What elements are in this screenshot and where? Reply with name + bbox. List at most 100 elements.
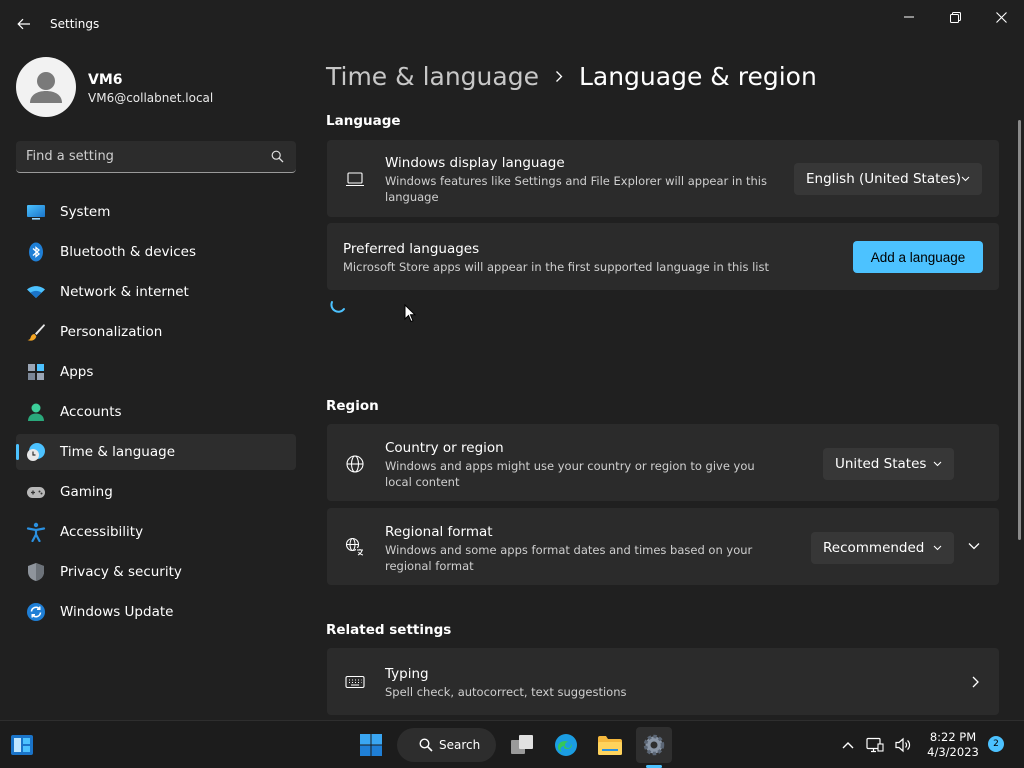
settings-window: Settings VM6 VM6@collabnet.local System [0, 0, 1024, 720]
taskbar-search[interactable]: Search [397, 728, 496, 762]
network-icon [866, 737, 884, 753]
sidebar-item-accessibility[interactable]: Accessibility [16, 514, 296, 550]
minimize-icon [903, 16, 914, 18]
shield-icon [28, 563, 44, 581]
display-language-dropdown[interactable]: English (United States) [794, 163, 982, 195]
widgets-button[interactable] [4, 727, 40, 763]
sidebar-item-bluetooth[interactable]: Bluetooth & devices [16, 234, 296, 270]
taskbar-clock[interactable]: 8:22 PM 4/3/2023 [922, 730, 984, 760]
regional-format-description: Windows and some apps format dates and t… [385, 543, 753, 573]
display-language-card: Windows display language Windows feature… [327, 140, 999, 217]
volume-tray-button[interactable] [890, 727, 916, 763]
apps-icon [28, 364, 44, 380]
clock-date: 4/3/2023 [927, 745, 979, 759]
user-profile[interactable]: VM6 VM6@collabnet.local [16, 56, 296, 118]
search-input[interactable] [16, 141, 256, 172]
sidebar-item-label: Windows Update [60, 604, 174, 620]
sidebar-item-label: Accessibility [60, 524, 144, 540]
paintbrush-icon [27, 324, 45, 341]
start-button[interactable] [353, 727, 389, 763]
sidebar-item-label: Network & internet [60, 284, 189, 300]
widgets-icon [11, 735, 33, 755]
file-explorer-button[interactable] [592, 727, 628, 763]
profile-name: VM6 [88, 72, 123, 88]
typing-description: Spell check, autocorrect, text suggestio… [385, 685, 627, 699]
typing-card[interactable]: Typing Spell check, autocorrect, text su… [327, 648, 999, 715]
task-view-button[interactable] [504, 727, 540, 763]
sidebar-item-windows-update[interactable]: Windows Update [16, 594, 296, 630]
search-box[interactable] [16, 141, 296, 173]
edge-browser-icon [555, 734, 577, 756]
sidebar-item-system[interactable]: System [16, 194, 296, 230]
regional-format-card[interactable]: Regional format Windows and some apps fo… [327, 508, 999, 585]
regional-format-dropdown[interactable]: Recommended [811, 532, 954, 564]
profile-email: VM6@collabnet.local [88, 91, 214, 105]
section-title-language: Language [326, 113, 401, 129]
update-icon [27, 603, 45, 621]
add-language-button[interactable]: Add a language [853, 241, 983, 273]
preferred-languages-card: Preferred languages Microsoft Store apps… [327, 223, 999, 290]
laptop-icon [346, 172, 364, 187]
globe-icon [346, 455, 364, 473]
settings-taskbar-button[interactable] [636, 727, 672, 763]
close-button[interactable] [979, 6, 1023, 28]
breadcrumb-separator [555, 70, 563, 83]
breadcrumb: Time & language Language & region [326, 58, 817, 94]
chevron-down-icon [933, 545, 942, 551]
loading-spinner-icon [330, 301, 345, 313]
country-region-dropdown[interactable]: United States [823, 448, 954, 480]
scrollbar[interactable] [1018, 120, 1021, 540]
edge-button[interactable] [548, 727, 584, 763]
sidebar-item-label: Gaming [60, 484, 113, 500]
chevron-right-icon [556, 70, 563, 82]
bluetooth-icon [29, 242, 43, 262]
page-title: Language & region [578, 61, 817, 91]
search-icon [419, 738, 433, 752]
clock-globe-icon [27, 443, 45, 461]
back-button[interactable] [12, 12, 36, 36]
sidebar-item-privacy[interactable]: Privacy & security [16, 554, 296, 590]
sidebar-item-gaming[interactable]: Gaming [16, 474, 296, 510]
sidebar-item-time-language[interactable]: Time & language [16, 434, 296, 470]
title-bar: Settings [0, 0, 1024, 48]
breadcrumb-parent[interactable]: Time & language [326, 62, 539, 91]
display-language-description: Windows features like Settings and File … [385, 174, 767, 204]
typing-title: Typing [385, 666, 429, 682]
avatar[interactable] [16, 57, 76, 117]
sidebar-item-label: Apps [60, 364, 94, 380]
sidebar-item-label: Privacy & security [60, 564, 182, 580]
app-title: Settings [50, 17, 100, 31]
sidebar-item-label: Personalization [60, 324, 163, 340]
sidebar-item-label: Bluetooth & devices [60, 244, 197, 260]
user-avatar-icon [30, 72, 62, 103]
chevron-up-icon [842, 742, 854, 749]
close-icon [995, 11, 1007, 23]
sidebar-item-accounts[interactable]: Accounts [16, 394, 296, 430]
chevron-right-icon [972, 676, 979, 688]
accounts-icon [28, 403, 44, 421]
gamepad-icon [27, 487, 45, 498]
network-tray-button[interactable] [862, 727, 888, 763]
restore-icon [949, 11, 961, 23]
taskbar-search-label: Search [439, 738, 481, 752]
regional-format-icon [345, 537, 364, 556]
show-hidden-icons-button[interactable] [830, 727, 866, 763]
country-region-title: Country or region [385, 440, 504, 456]
expand-chevron-icon[interactable] [968, 542, 980, 550]
restore-button[interactable] [933, 6, 977, 28]
speaker-icon [895, 737, 911, 753]
sidebar-item-apps[interactable]: Apps [16, 354, 296, 390]
sidebar-item-network[interactable]: Network & internet [16, 274, 296, 310]
minimize-button[interactable] [887, 6, 931, 28]
dropdown-value: Recommended [823, 540, 925, 556]
wifi-icon [27, 286, 45, 298]
regional-format-title: Regional format [385, 524, 493, 540]
taskbar: Search 8:22 PM 4/3/2023 [0, 720, 1024, 768]
search-icon[interactable] [271, 150, 284, 163]
display-language-title: Windows display language [385, 155, 565, 171]
notification-badge[interactable]: 2 [988, 736, 1004, 752]
sidebar-item-personalization[interactable]: Personalization [16, 314, 296, 350]
chevron-down-icon [961, 176, 970, 182]
sidebar-nav: System Bluetooth & devices Network & int… [16, 194, 296, 634]
sidebar-item-label: Accounts [60, 404, 122, 420]
